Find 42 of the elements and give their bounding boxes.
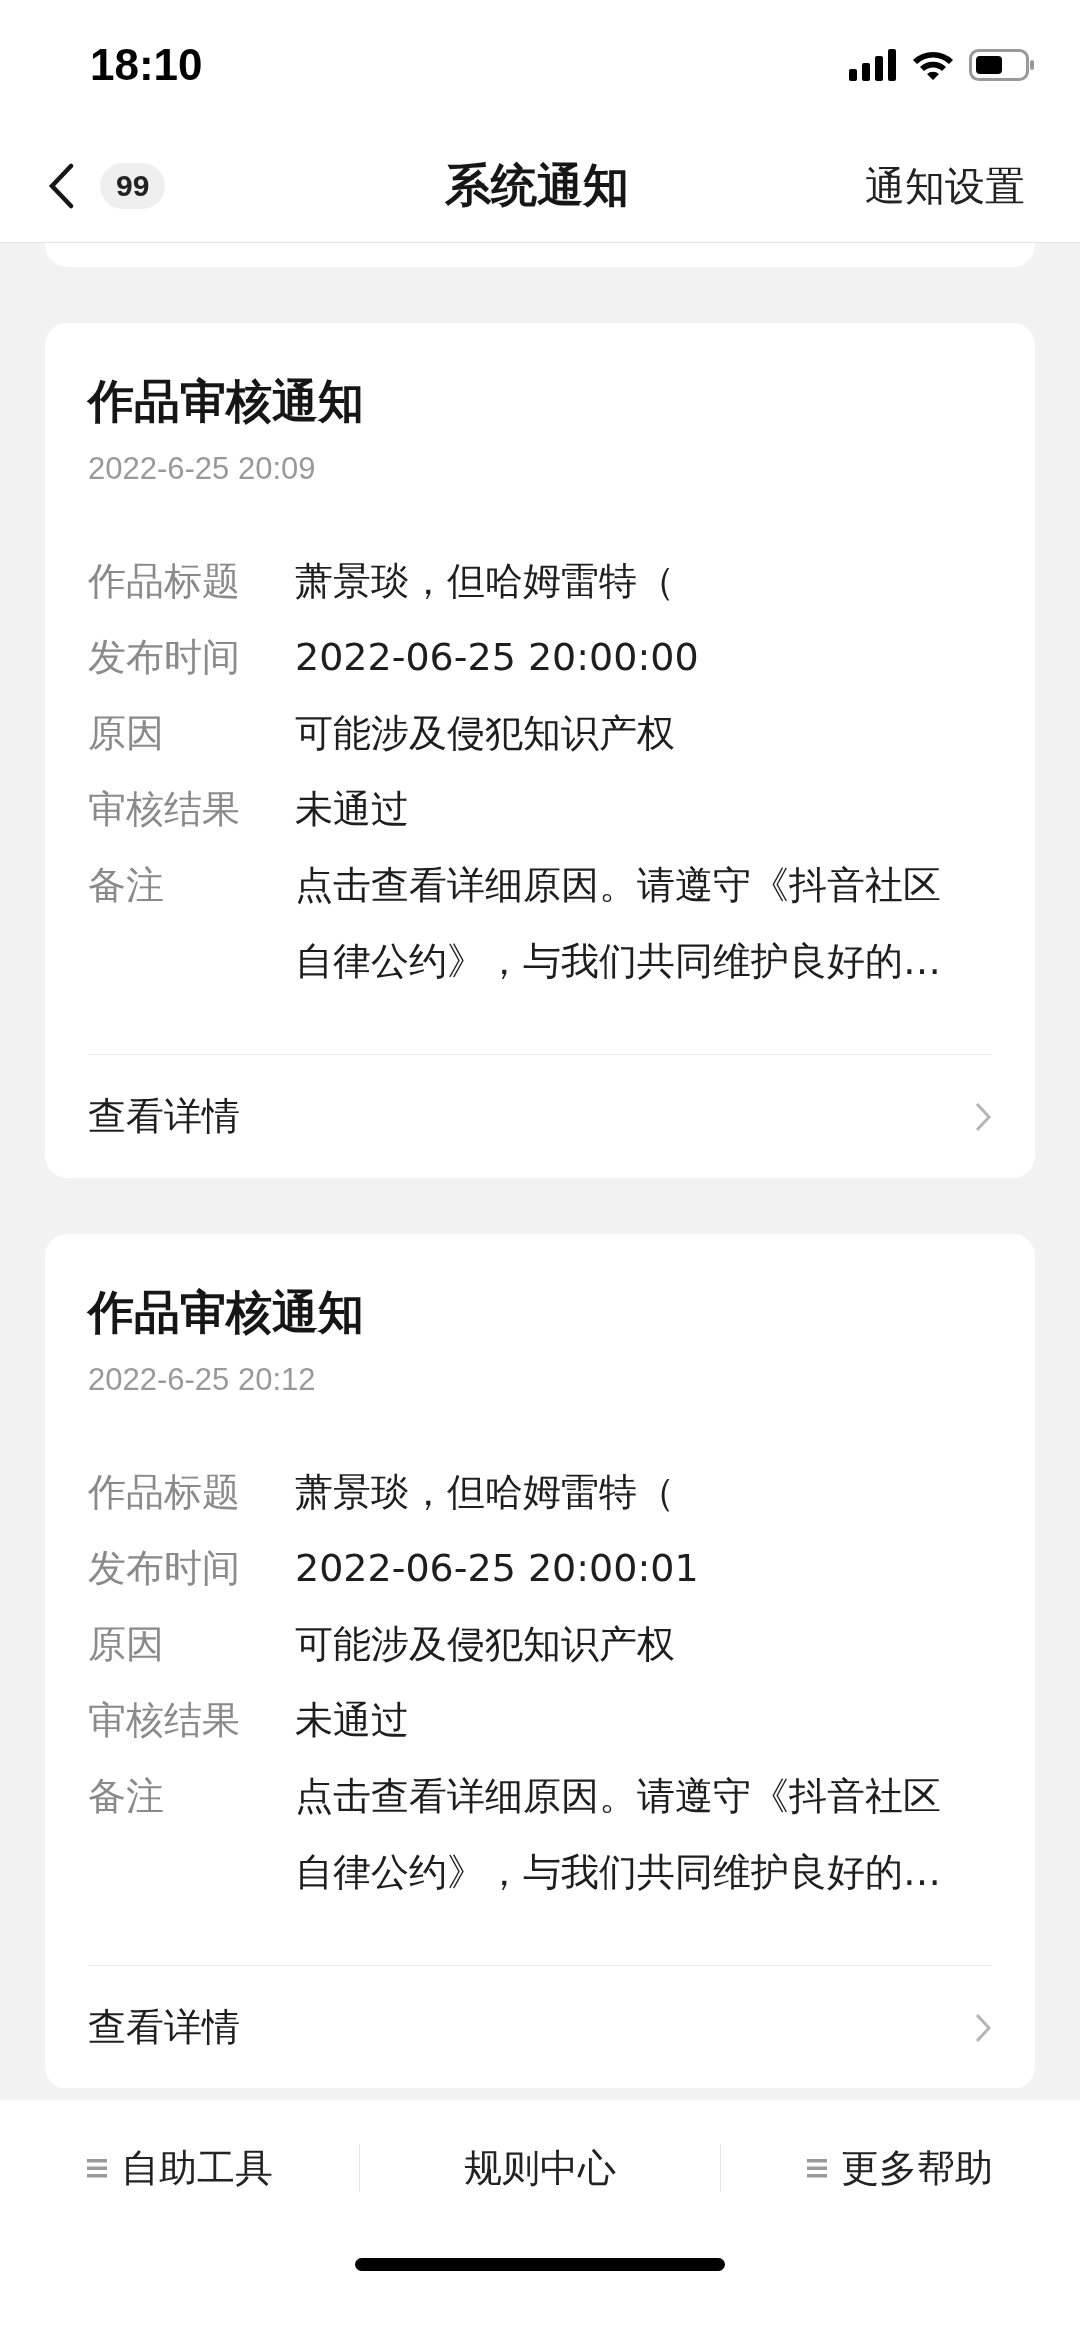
unread-count-badge: 99 [100,163,166,209]
battery-icon [969,49,1035,81]
wifi-icon [911,49,955,81]
field-value: 2022-06-25 20:00:01 [295,1545,700,1592]
field-value: 萧景琰，但哈姆雷特（ [295,558,676,605]
field-label: 审核结果 [88,786,241,833]
bottom-tab[interactable]: 自助工具 [0,2136,360,2200]
field-value: 未通过 [295,786,410,833]
notification-settings-link[interactable]: 通知设置 [865,158,1025,214]
field-value: 点击查看详细原因。请遵守《抖音社区自律公约》，与我们共同维护良好的… [295,862,942,985]
page-title: 系统通知 [444,157,629,214]
field-label: 发布时间 [88,1545,241,1592]
status-time: 18:10 [90,40,203,90]
field-value: 萧景琰，但哈姆雷特（ [295,1469,676,1516]
field-label: 作品标题 [88,558,241,605]
field-value: 未通过 [295,1697,410,1744]
field-label: 作品标题 [88,1469,241,1516]
back-icon [48,163,74,209]
field-label: 原因 [88,1621,165,1668]
notice-title: 作品审核通知 [88,1284,365,1340]
field-value: 2022-06-25 20:00:00 [295,634,700,681]
notice-date: 2022-6-25 20:12 [88,1361,317,1399]
field-label: 备注 [88,862,165,909]
bottom-tab[interactable]: 规则中心 [360,2136,720,2200]
chevron-right-icon [974,1100,992,1133]
notice-title: 作品审核通知 [88,373,365,429]
field-label: 备注 [88,1773,165,1820]
field-value: 可能涉及侵犯知识产权 [295,710,676,757]
field-label: 发布时间 [88,634,241,681]
menu-icon [807,2158,828,2178]
field-label: 审核结果 [88,1697,241,1744]
signal-icon [849,49,897,81]
field-label: 原因 [88,710,165,757]
view-details-button[interactable]: 查看详情 [88,1965,992,2088]
back-button[interactable]: 99 [48,163,166,209]
bottom-tab[interactable]: 更多帮助 [720,2136,1080,2200]
notice-date: 2022-6-25 20:09 [88,450,317,488]
view-details-button[interactable]: 查看详情 [88,1054,992,1178]
field-value: 可能涉及侵犯知识产权 [295,1621,676,1668]
chevron-right-icon [974,2011,992,2044]
menu-icon [86,2158,107,2178]
field-value: 点击查看详细原因。请遵守《抖音社区自律公约》，与我们共同维护良好的… [295,1773,942,1896]
